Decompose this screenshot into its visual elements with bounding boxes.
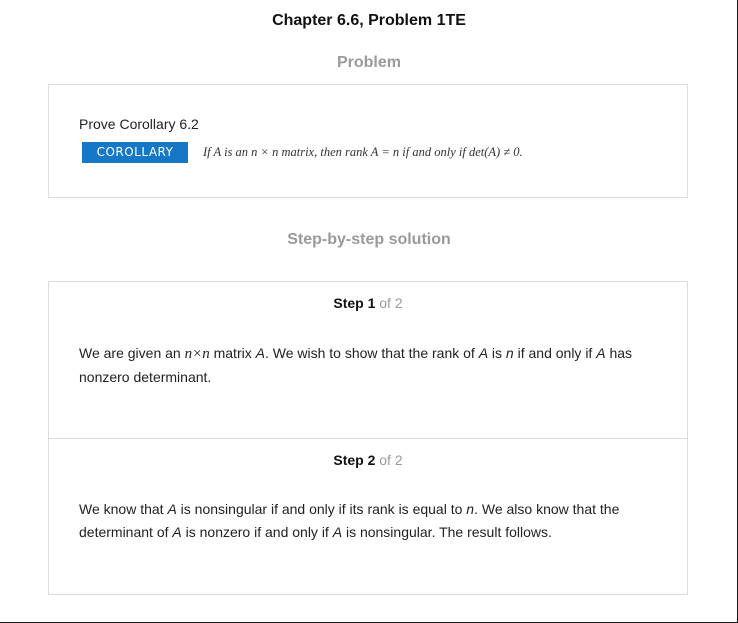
math-expression: n×n	[184, 346, 210, 362]
step-text: We are given an	[79, 345, 185, 361]
math-variable: A	[172, 523, 182, 540]
step-text: We know that	[79, 501, 168, 517]
problem-heading: Problem	[336, 54, 401, 71]
step-header: Step 1 of 2	[49, 295, 687, 311]
step-text: is nonzero if and only if	[181, 523, 333, 540]
step-text: . We wish to show that the rank of	[264, 345, 479, 361]
solution-step: Step 2 of 2 We know that A is nonsingula…	[49, 439, 687, 594]
math-variable: A	[255, 345, 265, 361]
page-title: Chapter 6.6, Problem 1TE	[272, 12, 466, 29]
solution-card: Step 1 of 2 We are given an n×n matrix A…	[48, 281, 688, 595]
corollary-badge: COROLLARY 6.2	[82, 141, 188, 180]
math-variable: A	[332, 523, 343, 540]
problem-prompt: Prove Corollary 6.2	[79, 116, 199, 132]
step-count: of 2	[379, 452, 403, 468]
math-variable: A	[478, 345, 489, 361]
math-variable: A	[596, 345, 606, 361]
math-variable: n	[466, 501, 475, 517]
math-variable: A	[167, 501, 177, 517]
step-count: of 2	[379, 295, 403, 311]
step-text: is nonsingular if and only if its rank i…	[176, 501, 467, 517]
step-text: matrix	[209, 345, 256, 361]
solution-step: Step 1 of 2 We are given an n×n matrix A…	[49, 282, 687, 439]
step-text: if and only if	[513, 345, 597, 361]
step-text: is nonsingular. The result follows.	[342, 523, 552, 540]
step-body: We know that A is nonsingular if and onl…	[79, 498, 669, 543]
page-frame: Chapter 6.6, Problem 1TE Problem Prove C…	[0, 0, 738, 623]
problem-card: Prove Corollary 6.2 COROLLARY 6.2 If A i…	[48, 84, 688, 198]
step-label: Step 1	[333, 295, 376, 311]
step-header: Step 2 of 2	[49, 452, 687, 468]
corollary-statement: If A is an n × n matrix, then rank A = n…	[203, 144, 523, 159]
step-text: is	[488, 345, 506, 361]
solution-heading: Step-by-step solution	[287, 231, 451, 248]
math-variable: n	[505, 345, 514, 361]
step-label: Step 2	[333, 452, 376, 468]
corollary-figure: COROLLARY 6.2 If A is an n × n matrix, t…	[82, 141, 523, 180]
step-body: We are given an n×n matrix A. We wish to…	[79, 342, 669, 388]
